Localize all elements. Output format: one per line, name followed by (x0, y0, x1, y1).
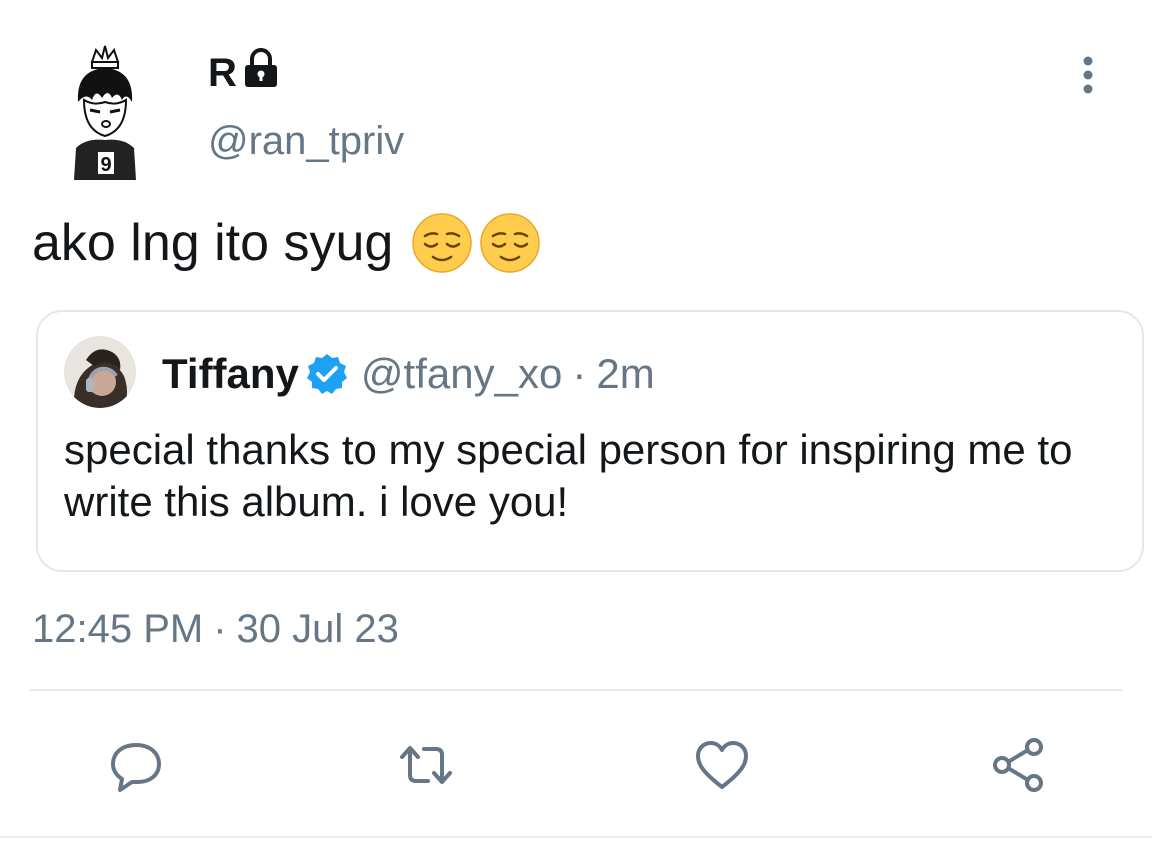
tweet-text-row: ako lng ito syug (32, 212, 541, 274)
lock-icon (243, 48, 279, 97)
quoted-tweet-text: special thanks to my special person for … (64, 426, 1073, 525)
quoted-author-handle[interactable]: @tfany_xo (361, 350, 562, 398)
quoted-tweet-header: Tiffany @tfany_xo · 2m (162, 350, 655, 398)
like-icon[interactable] (692, 735, 752, 795)
bottom-border (0, 836, 1152, 838)
quoted-tweet-time: 2m (596, 350, 655, 397)
divider (30, 689, 1122, 691)
verified-badge-icon (305, 352, 349, 396)
author-handle[interactable]: @ran_tpriv (208, 118, 404, 164)
author-display-name[interactable]: R (208, 51, 237, 95)
retweet-icon[interactable] (396, 735, 456, 795)
quoted-author-name[interactable]: Tiffany (162, 350, 299, 398)
svg-text:9: 9 (100, 154, 111, 176)
author-name-row: R (208, 48, 279, 97)
tweet-timestamp: 12:45 PM · 30 Jul 23 (32, 606, 399, 652)
share-icon[interactable] (988, 735, 1048, 795)
tweet-date: 30 Jul 23 (236, 607, 399, 651)
more-options-icon[interactable] (1070, 55, 1106, 99)
reply-icon[interactable] (106, 735, 166, 795)
relieved-face-emoji (411, 212, 473, 274)
relieved-face-emoji (479, 212, 541, 274)
author-avatar[interactable]: 9 (66, 40, 144, 180)
tweet-time: 12:45 PM (32, 607, 204, 651)
separator-dot: · (572, 350, 587, 397)
quoted-tweet-card[interactable]: Tiffany @tfany_xo · 2m special thanks to… (36, 310, 1144, 572)
quoted-author-avatar[interactable] (64, 336, 136, 408)
tweet-text: ako lng ito syug (32, 214, 394, 272)
separator-dot: · (213, 607, 227, 651)
